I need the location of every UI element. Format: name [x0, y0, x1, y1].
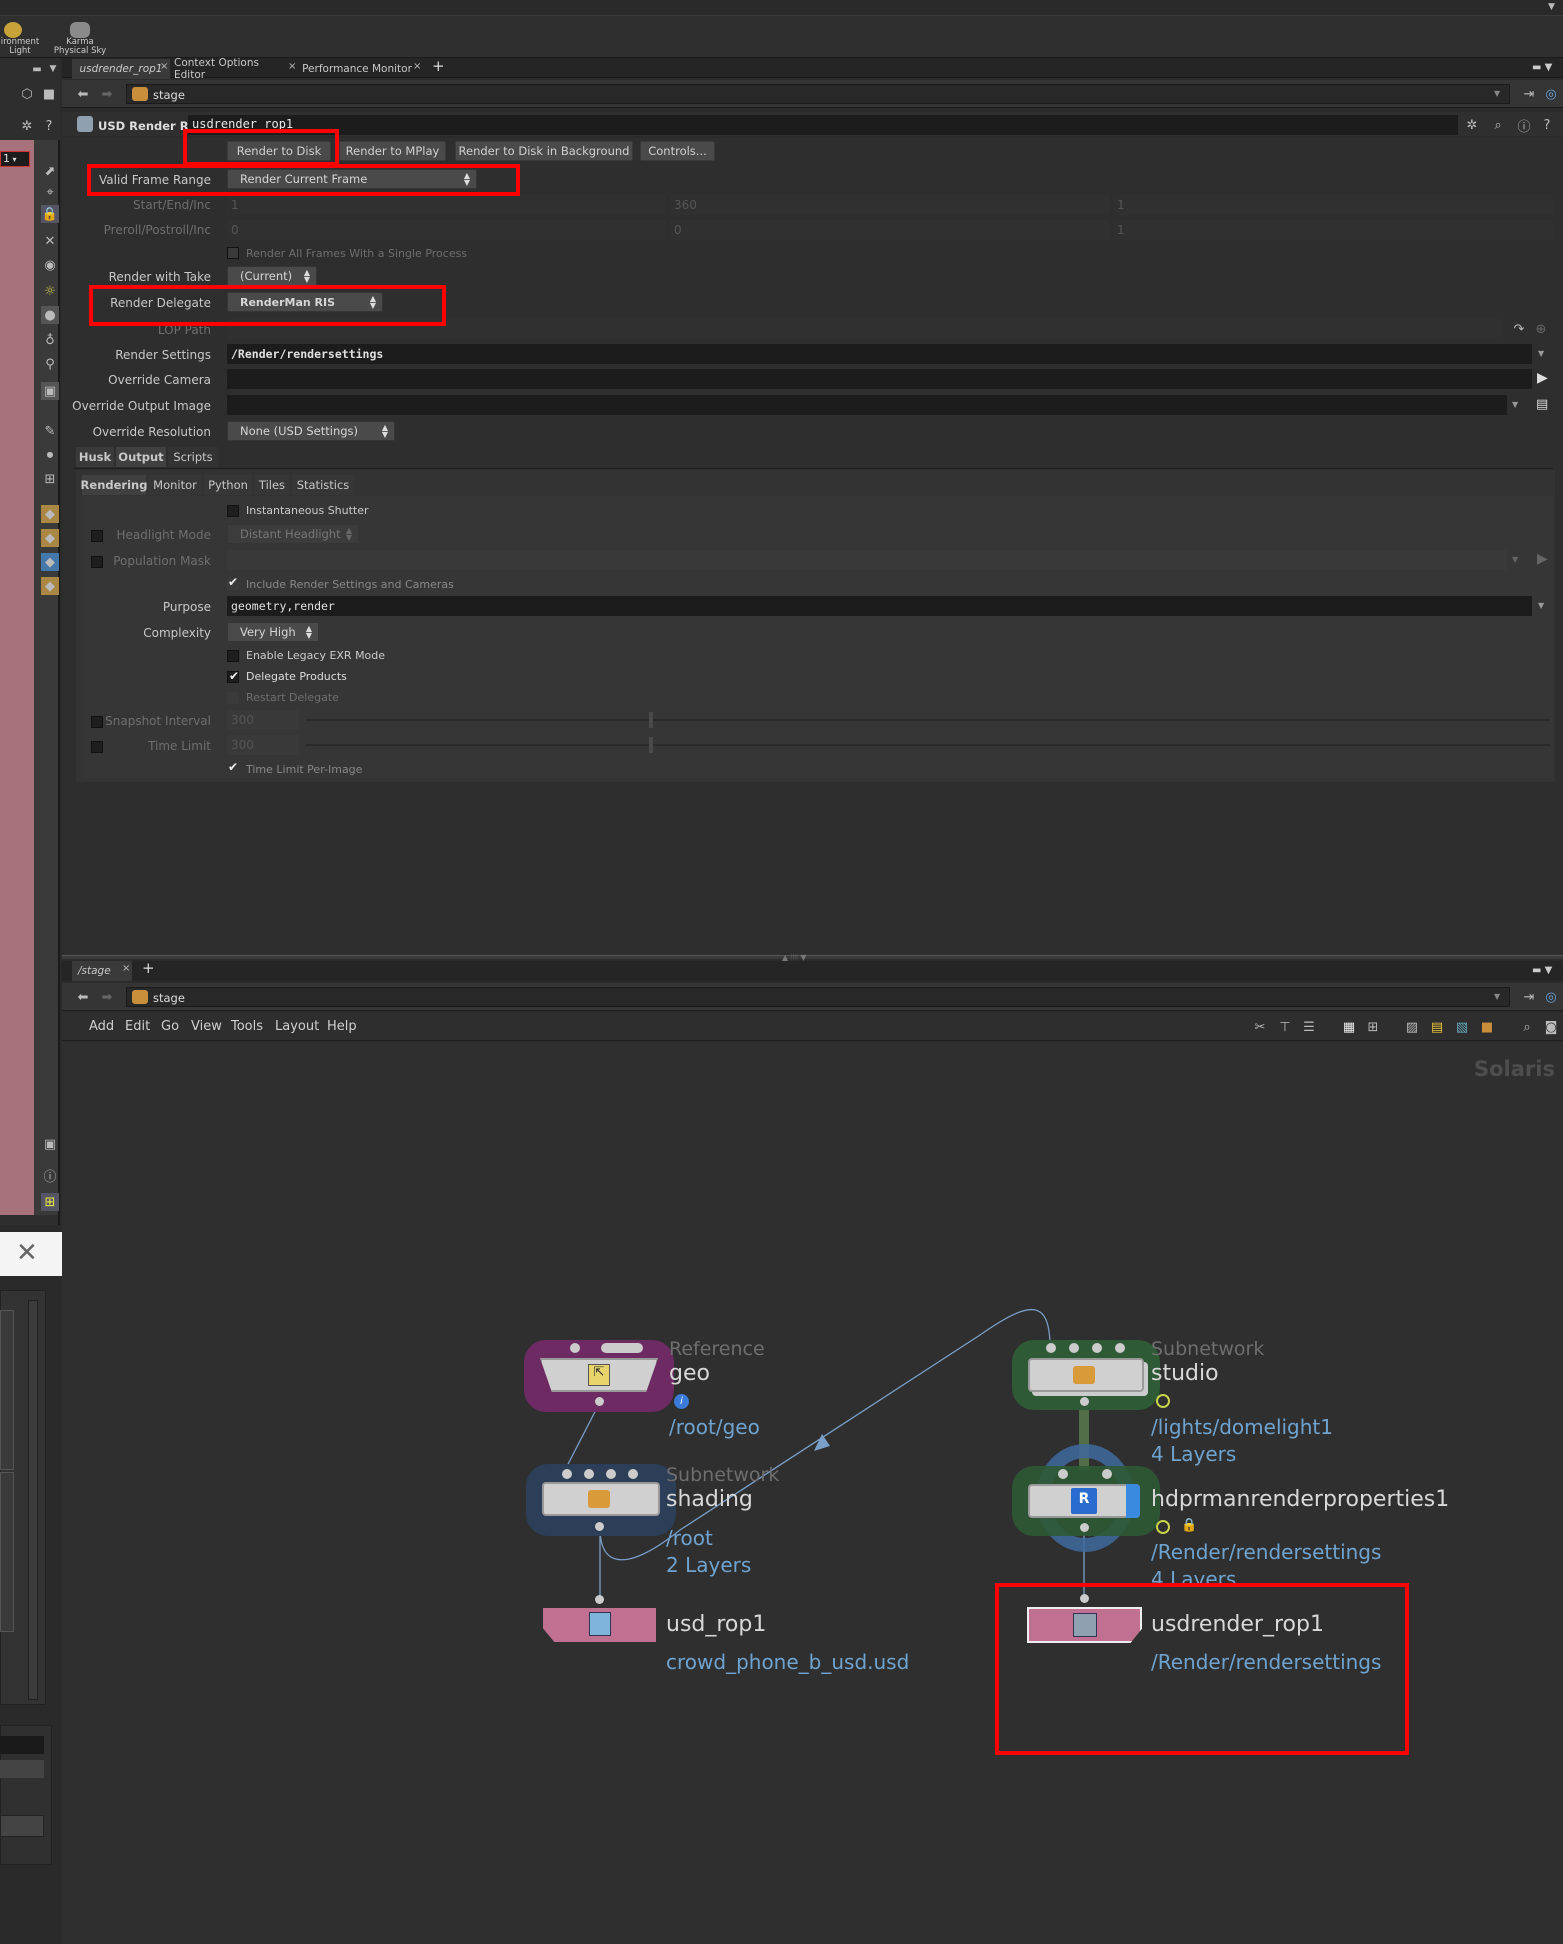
shading-subnet-icon	[588, 1490, 610, 1508]
shading-node-path: /root	[666, 1526, 713, 1550]
shading-node-layers: 2 Layers	[666, 1553, 752, 1577]
hdprman-output-port[interactable]	[1080, 1523, 1089, 1532]
hdprman-display-flag[interactable]	[1126, 1484, 1140, 1518]
studio-node-path: /lights/domelight1	[1151, 1415, 1333, 1439]
usd-rop1-output-path: crowd_phone_b_usd.usd	[666, 1650, 910, 1674]
geo-input-port[interactable]	[570, 1343, 580, 1353]
usd-rop1-icon	[589, 1612, 611, 1636]
wire-geo-shading	[564, 1401, 601, 1471]
shading-input-port-4[interactable]	[628, 1469, 638, 1479]
studio-node-name: studio	[1151, 1361, 1219, 1386]
shading-input-port-1[interactable]	[562, 1469, 572, 1479]
studio-time-dependent-icon	[1156, 1394, 1170, 1408]
shading-node-type: Subnetwork	[666, 1464, 780, 1486]
shading-node-name: shading	[666, 1487, 753, 1512]
shading-output-port[interactable]	[595, 1522, 604, 1531]
hdprman-lock-icon: 🔒	[1181, 1518, 1198, 1533]
hdprman-input-port-1[interactable]	[1058, 1469, 1068, 1479]
geo-node-path: /root/geo	[669, 1415, 760, 1439]
usd-rop1-node-name: usd_rop1	[666, 1612, 767, 1637]
geo-node-name: geo	[669, 1361, 710, 1386]
geo-info-icon[interactable]: i	[674, 1394, 689, 1409]
hdprman-node-path: /Render/rendersettings	[1151, 1540, 1382, 1564]
studio-input-port-3[interactable]	[1092, 1343, 1102, 1353]
studio-node-type: Subnetwork	[1151, 1338, 1265, 1360]
geo-node-type: Reference	[669, 1338, 765, 1360]
studio-subnet-icon	[1073, 1366, 1095, 1384]
geo-output-port[interactable]	[595, 1397, 604, 1406]
geo-reference-icon: ⇱	[588, 1364, 610, 1386]
shading-input-port-3[interactable]	[606, 1469, 616, 1479]
studio-node-layers: 4 Layers	[1151, 1442, 1237, 1466]
studio-input-port-4[interactable]	[1115, 1343, 1125, 1353]
studio-input-port-2[interactable]	[1069, 1343, 1079, 1353]
shading-input-port-2[interactable]	[584, 1469, 594, 1479]
highlight-render-to-disk	[183, 129, 339, 166]
studio-input-port-1[interactable]	[1046, 1343, 1056, 1353]
wire-direction-arrow	[814, 1434, 830, 1451]
hdprman-time-dependent-icon	[1156, 1520, 1170, 1534]
highlight-valid-frame-range	[87, 164, 520, 196]
hdprman-renderman-icon: R	[1071, 1488, 1097, 1514]
hdprman-input-port-2[interactable]	[1102, 1469, 1112, 1479]
highlight-render-delegate	[89, 285, 446, 326]
hdprman-node-name: hdprmanrenderproperties1	[1151, 1487, 1450, 1512]
highlight-usdrender-node	[995, 1583, 1409, 1755]
geo-input-port[interactable]	[601, 1343, 643, 1353]
usd-rop1-input-port[interactable]	[595, 1595, 604, 1604]
studio-output-port[interactable]	[1080, 1397, 1089, 1406]
